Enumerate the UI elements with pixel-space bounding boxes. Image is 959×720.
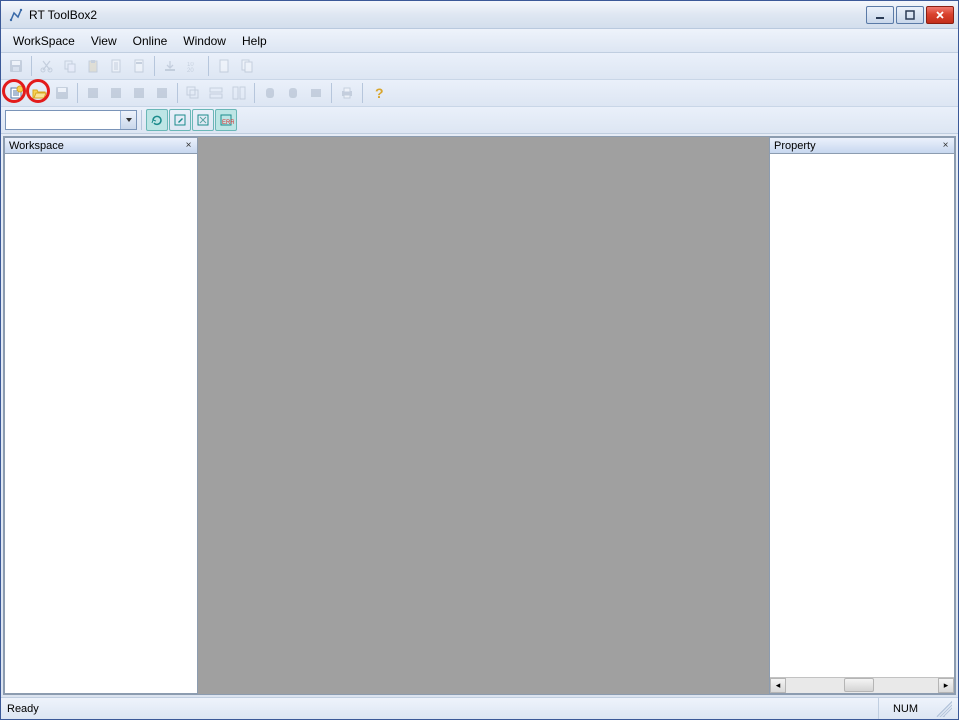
menu-workspace[interactable]: WorkSpace bbox=[5, 31, 83, 51]
page-icon bbox=[213, 55, 235, 77]
status-bar: Ready NUM bbox=[1, 697, 958, 719]
menu-window[interactable]: Window bbox=[175, 31, 234, 51]
shape3-icon bbox=[305, 82, 327, 104]
cascade-icon bbox=[182, 82, 204, 104]
separator bbox=[141, 110, 142, 130]
property-panel-close-icon[interactable]: × bbox=[939, 139, 952, 152]
save-icon bbox=[5, 55, 27, 77]
separator bbox=[208, 56, 209, 76]
open-workspace-icon[interactable] bbox=[28, 82, 50, 104]
workspace-panel: Workspace × bbox=[4, 137, 198, 694]
tile-h-icon bbox=[205, 82, 227, 104]
svg-text:10: 10 bbox=[187, 62, 194, 68]
toolbar-row-2: ? bbox=[1, 80, 958, 107]
monitor-error-icon[interactable]: ERR bbox=[215, 109, 237, 131]
svg-text:ERR: ERR bbox=[222, 120, 234, 126]
workspace-panel-close-icon[interactable]: × bbox=[182, 139, 195, 152]
property-panel: Property × ◂ ▸ bbox=[769, 137, 955, 694]
workspace-tree[interactable] bbox=[5, 154, 197, 693]
window-title: RT ToolBox2 bbox=[29, 8, 97, 22]
separator bbox=[177, 83, 178, 103]
scroll-track[interactable] bbox=[786, 678, 938, 693]
combo-selector[interactable] bbox=[5, 110, 137, 130]
scroll-left-icon[interactable]: ◂ bbox=[770, 678, 786, 693]
toolbar-row-1: 1020 bbox=[1, 53, 958, 80]
separator bbox=[31, 56, 32, 76]
menu-view[interactable]: View bbox=[83, 31, 125, 51]
title-bar: RT ToolBox2 bbox=[1, 1, 958, 29]
paste-icon bbox=[82, 55, 104, 77]
svg-text:20: 20 bbox=[187, 68, 194, 74]
menu-online[interactable]: Online bbox=[125, 31, 176, 51]
block4-icon bbox=[151, 82, 173, 104]
window-controls bbox=[866, 6, 956, 24]
separator bbox=[77, 83, 78, 103]
resize-grip-icon[interactable] bbox=[936, 701, 952, 717]
monitor-edit-icon[interactable] bbox=[169, 109, 191, 131]
copy-icon bbox=[59, 55, 81, 77]
client-area: Workspace × Property × ◂ ▸ bbox=[3, 136, 956, 695]
toolbar-row-3: ERR bbox=[1, 107, 958, 134]
block1-icon bbox=[82, 82, 104, 104]
monitor-clear-icon[interactable] bbox=[192, 109, 214, 131]
monitor-refresh-icon[interactable] bbox=[146, 109, 168, 131]
status-ready: Ready bbox=[7, 703, 39, 715]
help-icon[interactable]: ? bbox=[367, 82, 389, 104]
shape2-icon bbox=[282, 82, 304, 104]
block3-icon bbox=[128, 82, 150, 104]
new-workspace-icon[interactable] bbox=[5, 82, 27, 104]
document-icon bbox=[105, 55, 127, 77]
menu-help[interactable]: Help bbox=[234, 31, 275, 51]
mdi-area bbox=[198, 137, 769, 694]
menu-bar: WorkSpace View Online Window Help bbox=[1, 29, 958, 53]
download-icon bbox=[159, 55, 181, 77]
separator bbox=[331, 83, 332, 103]
save-workspace-icon bbox=[51, 82, 73, 104]
block2-icon bbox=[105, 82, 127, 104]
cut-icon bbox=[36, 55, 58, 77]
print-icon bbox=[336, 82, 358, 104]
binary-icon: 1020 bbox=[182, 55, 204, 77]
separator bbox=[154, 56, 155, 76]
separator bbox=[362, 83, 363, 103]
svg-text:?: ? bbox=[375, 85, 384, 101]
maximize-button[interactable] bbox=[896, 6, 924, 24]
minimize-button[interactable] bbox=[866, 6, 894, 24]
document2-icon bbox=[128, 55, 150, 77]
tile-v-icon bbox=[228, 82, 250, 104]
separator bbox=[254, 83, 255, 103]
property-panel-title: Property bbox=[774, 140, 816, 152]
property-body[interactable] bbox=[770, 154, 954, 677]
pages-icon bbox=[236, 55, 258, 77]
chevron-down-icon[interactable] bbox=[120, 111, 136, 129]
close-button[interactable] bbox=[926, 6, 954, 24]
property-panel-header: Property × bbox=[770, 138, 954, 154]
workspace-panel-title: Workspace bbox=[9, 140, 64, 152]
status-num: NUM bbox=[878, 698, 932, 719]
scroll-right-icon[interactable]: ▸ bbox=[938, 678, 954, 693]
property-hscroll[interactable]: ◂ ▸ bbox=[770, 677, 954, 693]
scroll-thumb[interactable] bbox=[844, 678, 874, 692]
app-icon bbox=[7, 6, 25, 24]
shape1-icon bbox=[259, 82, 281, 104]
workspace-panel-header: Workspace × bbox=[5, 138, 197, 154]
